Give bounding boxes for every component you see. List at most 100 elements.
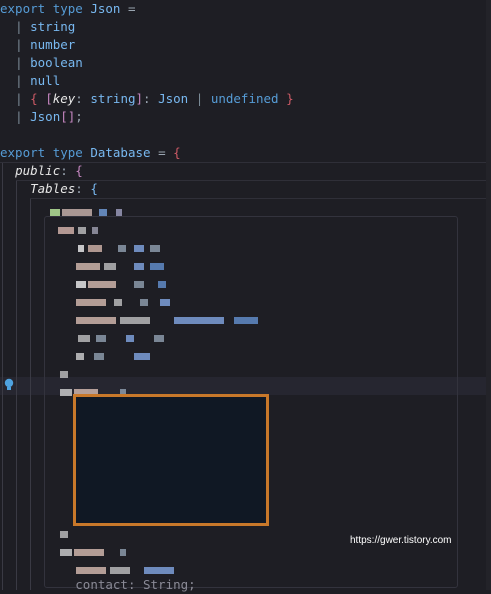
pixel-block bbox=[50, 209, 60, 216]
lightbulb-icon[interactable] bbox=[3, 378, 15, 392]
code-line-10: public: { bbox=[0, 162, 83, 180]
pixel-block bbox=[134, 245, 144, 252]
bracket-open: [ bbox=[45, 91, 53, 106]
pixel-block bbox=[118, 245, 126, 252]
pixel-block bbox=[160, 299, 170, 306]
pixel-block bbox=[144, 567, 174, 574]
array-brackets: [] bbox=[60, 109, 76, 124]
pixel-block bbox=[120, 549, 126, 556]
pixel-block bbox=[150, 263, 164, 270]
type-string: string bbox=[30, 19, 76, 34]
type-number: number bbox=[30, 37, 76, 52]
keyword-export: export bbox=[0, 1, 46, 16]
pixel-block bbox=[60, 549, 72, 556]
union-pipe: | bbox=[15, 55, 23, 70]
pixel-block bbox=[58, 227, 74, 234]
operator-equals: = bbox=[127, 1, 136, 16]
type-name-database: Database bbox=[90, 145, 151, 160]
pixel-block bbox=[134, 263, 144, 270]
pixel-block bbox=[134, 281, 144, 288]
pixel-block bbox=[116, 209, 122, 216]
colon: : bbox=[75, 91, 83, 106]
brace-open: { bbox=[30, 91, 38, 106]
brace-open: { bbox=[90, 181, 98, 196]
colon: : bbox=[60, 163, 68, 178]
property-tables: Tables bbox=[30, 181, 76, 196]
pixel-block bbox=[60, 531, 68, 538]
highlight-box bbox=[73, 394, 269, 526]
pixel-block bbox=[88, 281, 116, 288]
pixel-block bbox=[158, 281, 166, 288]
code-line-bottom: contact: String; bbox=[0, 576, 195, 594]
pixel-block bbox=[150, 245, 160, 252]
keyword-type: type bbox=[52, 1, 83, 16]
union-pipe: | bbox=[15, 91, 23, 106]
type-null: null bbox=[30, 73, 61, 88]
pixel-block bbox=[60, 389, 72, 396]
keyword-type: type bbox=[52, 145, 83, 160]
pixel-block bbox=[99, 209, 107, 216]
index-key: key bbox=[52, 91, 76, 106]
type-json: Json bbox=[158, 91, 189, 106]
pixel-block bbox=[76, 299, 106, 306]
type-boolean: boolean bbox=[30, 55, 83, 70]
colon: : bbox=[75, 181, 83, 196]
sticky-scroll-divider bbox=[30, 198, 486, 199]
pixel-block bbox=[62, 209, 92, 216]
code-line-5: | null bbox=[0, 72, 60, 90]
pixel-block bbox=[60, 371, 68, 378]
brace-open: { bbox=[75, 163, 83, 178]
type-string: string bbox=[90, 91, 136, 106]
pixel-block bbox=[134, 353, 150, 360]
pixel-block bbox=[104, 263, 116, 270]
union-pipe: | bbox=[15, 109, 23, 124]
pixel-block bbox=[74, 549, 104, 556]
pixel-block bbox=[88, 245, 102, 252]
pixel-block bbox=[76, 567, 106, 574]
pixel-block bbox=[78, 245, 84, 252]
pixel-block bbox=[114, 299, 122, 306]
pixel-block bbox=[76, 317, 116, 324]
code-line-7: | Json[]; bbox=[0, 108, 83, 126]
code-line-3: | number bbox=[0, 36, 75, 54]
indent-guide bbox=[16, 180, 17, 590]
pixel-block bbox=[110, 567, 130, 574]
brace-close: } bbox=[286, 91, 294, 106]
union-pipe: | bbox=[15, 73, 23, 88]
code-editor[interactable]: export type Json = | string | number | b… bbox=[0, 0, 491, 592]
code-line-6: | { [key: string]: Json | undefined } bbox=[0, 90, 294, 108]
type-name-json: Json bbox=[90, 1, 121, 16]
type-undefined: undefined bbox=[210, 91, 279, 106]
code-line-2: | string bbox=[0, 18, 75, 36]
code-line-9: export type Database = { bbox=[0, 144, 181, 162]
watermark: https://gwer.tistory.com bbox=[350, 535, 452, 546]
union-pipe: | bbox=[195, 91, 204, 106]
pixel-block bbox=[76, 281, 86, 288]
pixel-block bbox=[154, 335, 164, 342]
operator-equals: = bbox=[158, 145, 166, 160]
pixel-block bbox=[76, 353, 84, 360]
bracket-close: ] bbox=[135, 91, 144, 106]
pixel-block bbox=[234, 317, 258, 324]
pixel-block bbox=[96, 335, 106, 342]
indent-guide bbox=[2, 162, 3, 590]
type-json: Json bbox=[30, 109, 61, 124]
union-pipe: | bbox=[15, 37, 23, 52]
colon: : bbox=[143, 91, 151, 106]
pixel-block bbox=[174, 317, 224, 324]
pixel-block bbox=[94, 353, 104, 360]
pixel-block bbox=[76, 263, 100, 270]
brace-open: { bbox=[173, 145, 181, 160]
pixel-block bbox=[78, 227, 86, 234]
code-line-1: export type Json = bbox=[0, 0, 136, 18]
property-public: public bbox=[15, 163, 61, 178]
vertical-scrollbar[interactable] bbox=[486, 0, 491, 590]
indent-guide bbox=[30, 198, 31, 590]
code-line-11: Tables: { bbox=[0, 180, 98, 198]
pixel-block bbox=[92, 227, 98, 234]
pixel-block bbox=[140, 299, 148, 306]
pixel-block bbox=[126, 335, 134, 342]
semicolon: ; bbox=[75, 109, 83, 124]
keyword-export: export bbox=[0, 145, 46, 160]
pixel-block bbox=[78, 335, 90, 342]
